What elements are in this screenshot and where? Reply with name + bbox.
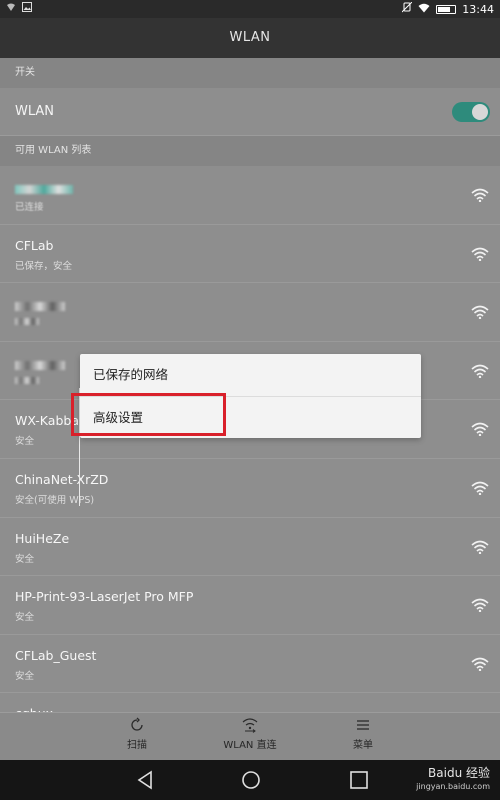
watermark-text: Baidu 经验 [428,766,490,780]
navigation-bar: Baidu 经验 jingyan.baidu.com [0,760,500,800]
back-icon[interactable] [136,770,154,790]
wifi-icon [418,3,430,16]
network-status: 安全(可使用 WPS) [15,494,95,506]
switch-knob [472,103,488,120]
network-name-obscured [15,182,73,197]
wifi-signal-icon [471,481,489,495]
network-row[interactable]: cqbux [0,693,500,712]
network-row[interactable]: 已连接 [0,166,500,225]
network-name: HuiHeZe [15,530,70,546]
wifi-signal-icon [471,657,489,671]
wlan-direct-button[interactable]: WLAN 直连 [210,717,290,751]
wlan-toggle-label: WLAN [15,104,55,119]
network-status: 安全 [15,436,35,448]
home-icon[interactable] [241,770,261,790]
wifi-signal-icon [471,540,489,554]
network-name: HP-Print-93-LaserJet Pro MFP [15,589,194,605]
network-name: WX-Kabba [15,413,79,429]
scan-button[interactable]: 扫描 [97,717,177,751]
network-list-header: 可用 WLAN 列表 [0,136,500,166]
network-status: 安全 [15,553,35,565]
network-row[interactable]: CFLab_Guest 安全 [0,635,500,694]
wlan-switch[interactable] [452,101,490,122]
recents-icon[interactable] [349,770,369,790]
watermark-sub: jingyan.baidu.com [416,782,490,791]
network-row[interactable]: ChinaNet-XrZD 安全(可使用 WPS) [0,459,500,518]
network-row[interactable]: HP-Print-93-LaserJet Pro MFP 安全 [0,576,500,635]
menu-button[interactable]: 菜单 [323,717,403,751]
network-status: 已保存，安全 [15,260,73,272]
wifi-signal-icon [471,188,489,202]
network-name: CFLab_Guest [15,647,97,663]
battery-icon [436,4,457,14]
network-list: 已连接 CFLab 已保存，安全 WX-Kabba 安全 ChinaNet-Xr… [0,166,500,712]
wifi-signal-icon [471,247,489,261]
highlight-box [71,393,226,436]
wlan-toggle-row[interactable]: WLAN [0,88,500,136]
network-row[interactable] [0,283,500,342]
wifi-signal-icon [471,423,489,437]
wifi-signal-icon [471,305,489,320]
status-bar: 13:44 [0,0,500,18]
network-status: 安全 [15,612,35,624]
baidu-watermark: Baidu 经验 jingyan.baidu.com [416,766,490,794]
image-icon [22,2,32,15]
network-row[interactable]: CFLab 已保存，安全 [0,225,500,284]
network-name-obscured [15,358,65,373]
network-name: ChinaNet-XrZD [15,471,109,487]
switch-section-header: 开关 [0,58,500,88]
wifi-signal-icon [471,364,489,378]
menu-icon [357,720,369,730]
status-time: 13:44 [462,2,494,16]
network-status-obscured [15,376,39,387]
network-status-obscured [15,317,39,328]
network-row[interactable]: HuiHeZe 安全 [0,518,500,577]
wifi-direct-icon [242,718,258,733]
alarm-icon [401,1,413,16]
network-status: 安全 [15,670,35,682]
wlan-direct-label: WLAN 直连 [223,740,277,751]
bottom-action-bar: 扫描 WLAN 直连 菜单 [0,712,500,760]
saved-networks-menu-item[interactable]: 已保存的网络 [80,354,421,396]
network-status: 已连接 [15,202,44,213]
scan-label: 扫描 [127,740,147,751]
menu-label: 菜单 [353,740,373,751]
wifi-signal-icon [6,2,16,15]
network-name: CFLab [15,237,54,253]
wifi-signal-icon [471,598,489,613]
page-title: WLAN [0,18,500,58]
refresh-icon [131,717,143,731]
network-name-obscured [15,299,65,314]
